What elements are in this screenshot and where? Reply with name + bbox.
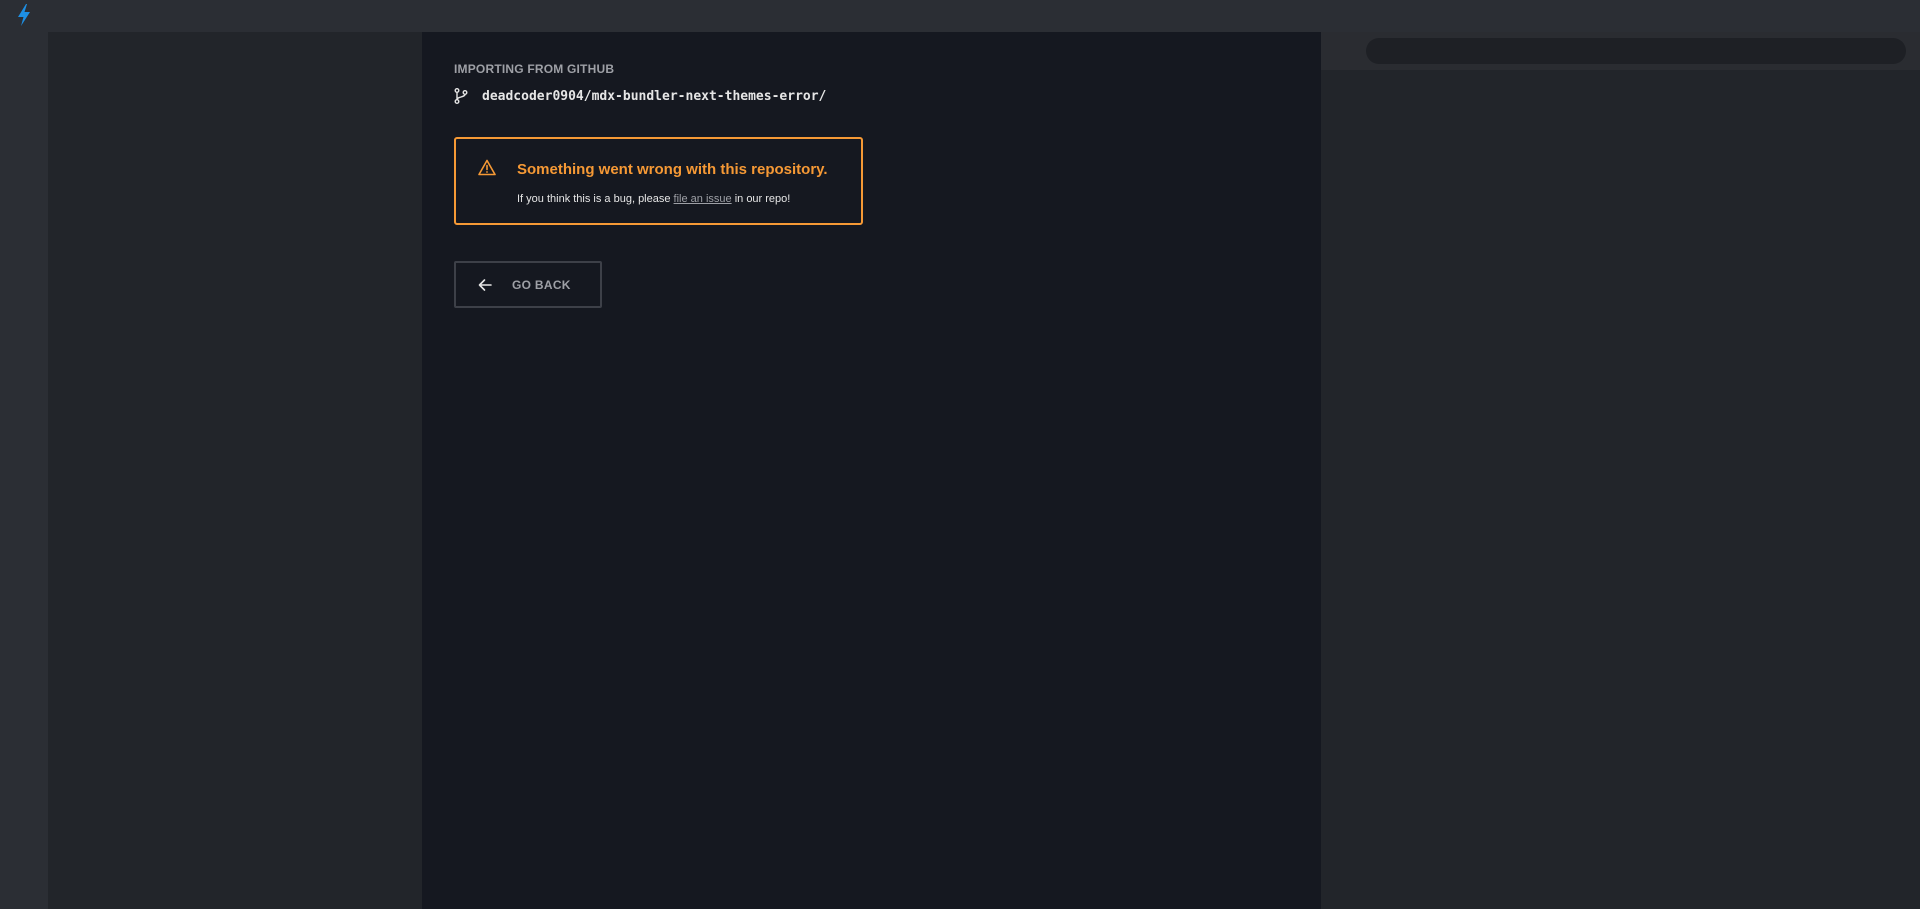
error-message-suffix: in our repo! bbox=[731, 193, 791, 205]
file-issue-link[interactable]: file an issue bbox=[674, 193, 732, 205]
go-back-button[interactable]: GO BACK bbox=[454, 261, 602, 308]
import-heading: IMPORTING FROM GITHUB bbox=[454, 62, 615, 76]
preview-header bbox=[1321, 32, 1920, 70]
arrow-left-icon bbox=[478, 278, 492, 291]
error-alert: Something went wrong with this repositor… bbox=[454, 137, 863, 225]
import-panel: IMPORTING FROM GITHUB deadcoder0904/mdx-… bbox=[422, 32, 1321, 909]
error-message-prefix: If you think this is a bug, please bbox=[517, 193, 674, 205]
repo-row: deadcoder0904/mdx-bundler-next-themes-er… bbox=[454, 86, 826, 106]
warning-icon bbox=[478, 159, 496, 176]
sidebar-panel bbox=[48, 32, 422, 909]
repo-name: deadcoder0904/mdx-bundler-next-themes-er… bbox=[482, 88, 827, 104]
top-bar bbox=[0, 0, 1920, 32]
git-branch-icon bbox=[454, 88, 468, 104]
activity-bar bbox=[0, 32, 48, 909]
preview-address-bar[interactable] bbox=[1366, 38, 1906, 64]
error-message: If you think this is a bug, please file … bbox=[517, 193, 790, 205]
preview-panel bbox=[1321, 32, 1920, 909]
bolt-icon[interactable] bbox=[14, 3, 34, 27]
go-back-label: GO BACK bbox=[512, 277, 571, 292]
error-title: Something went wrong with this repositor… bbox=[517, 161, 828, 178]
